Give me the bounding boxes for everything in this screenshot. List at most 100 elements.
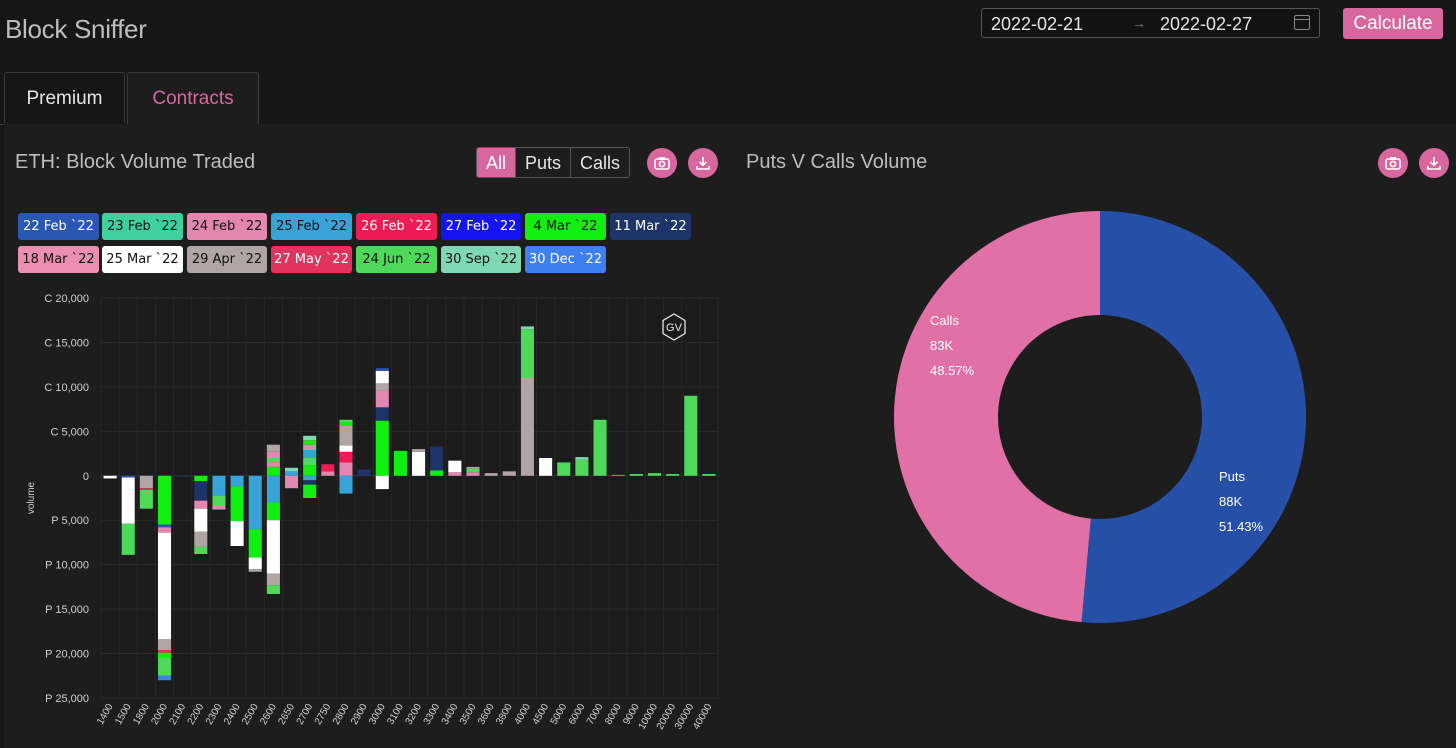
call-bar-segment[interactable] — [412, 451, 426, 476]
call-bar-segment[interactable] — [375, 390, 389, 408]
put-bar-segment[interactable] — [285, 475, 299, 489]
call-bar-segment[interactable] — [466, 472, 480, 476]
donut-slice-puts[interactable] — [1081, 211, 1306, 623]
call-bar-segment[interactable] — [575, 457, 589, 460]
call-bar-segment[interactable] — [266, 451, 280, 458]
legend-item[interactable]: 24 Jun `22 — [356, 246, 437, 273]
call-bar-segment[interactable] — [303, 444, 317, 450]
call-bar-segment[interactable] — [520, 326, 534, 330]
put-bar-segment[interactable] — [194, 475, 208, 482]
date-start-input[interactable]: 2022-02-21 — [991, 14, 1083, 35]
call-bar-segment[interactable] — [375, 407, 389, 421]
call-bar-segment[interactable] — [285, 471, 299, 476]
call-bar-segment[interactable] — [339, 445, 353, 452]
calendar-icon[interactable] — [1294, 15, 1310, 30]
legend-item[interactable]: 27 May `22 — [271, 246, 352, 273]
call-bar-segment[interactable] — [539, 458, 553, 476]
put-bar-segment[interactable] — [157, 675, 172, 681]
put-bar-segment[interactable] — [212, 506, 226, 510]
put-bar-segment[interactable] — [194, 481, 208, 501]
date-end-input[interactable]: 2022-02-27 — [1160, 14, 1252, 35]
legend-item[interactable]: 29 Apr `22 — [187, 246, 267, 273]
call-bar-segment[interactable] — [339, 426, 353, 446]
legend-item[interactable]: 27 Feb `22 — [441, 213, 521, 240]
calculate-button[interactable]: Calculate — [1343, 8, 1443, 39]
call-bar-segment[interactable] — [266, 444, 280, 452]
put-bar-segment[interactable] — [157, 650, 172, 653]
put-bar-segment[interactable] — [375, 475, 389, 490]
legend-item[interactable]: 25 Feb `22 — [271, 213, 352, 240]
call-bar-segment[interactable] — [430, 446, 444, 471]
put-bar-segment[interactable] — [157, 652, 172, 658]
call-bar-segment[interactable] — [647, 473, 662, 476]
legend-item[interactable]: 4 Mar `22 — [525, 213, 606, 240]
put-bar-segment[interactable] — [266, 475, 280, 503]
put-bar-segment[interactable] — [266, 502, 280, 521]
call-bar-segment[interactable] — [520, 329, 534, 378]
call-bar-segment[interactable] — [303, 458, 317, 466]
legend-item[interactable]: 11 Mar `22 — [610, 213, 691, 240]
put-bar-segment[interactable] — [176, 475, 190, 477]
put-bar-segment[interactable] — [212, 475, 226, 496]
put-bar-segment[interactable] — [157, 527, 172, 533]
put-bar-segment[interactable] — [103, 475, 117, 479]
call-bar-segment[interactable] — [484, 473, 498, 476]
put-bar-segment[interactable] — [212, 495, 226, 506]
legend-item[interactable]: 24 Feb `22 — [187, 213, 267, 240]
put-bar-segment[interactable] — [157, 475, 172, 525]
call-bar-segment[interactable] — [412, 449, 426, 452]
put-bar-segment[interactable] — [303, 484, 317, 498]
call-bar-segment[interactable] — [321, 471, 335, 476]
call-bar-segment[interactable] — [375, 370, 389, 384]
put-bar-segment[interactable] — [266, 573, 280, 586]
tab-premium[interactable]: Premium — [4, 72, 125, 123]
put-bar-segment[interactable] — [303, 475, 317, 481]
call-bar-segment[interactable] — [357, 469, 371, 476]
call-bar-segment[interactable] — [339, 462, 353, 476]
call-bar-segment[interactable] — [375, 420, 389, 476]
filter-calls-button[interactable]: Calls — [571, 148, 629, 177]
call-bar-segment[interactable] — [321, 464, 335, 472]
put-bar-segment[interactable] — [157, 658, 172, 676]
call-bar-segment[interactable] — [520, 378, 534, 476]
put-bar-segment[interactable] — [157, 524, 172, 528]
put-bar-segment[interactable] — [266, 585, 280, 594]
put-bar-segment[interactable] — [230, 486, 244, 522]
call-bar-segment[interactable] — [266, 466, 280, 476]
call-bar-segment[interactable] — [684, 395, 698, 476]
call-bar-segment[interactable] — [666, 474, 680, 476]
put-bar-segment[interactable] — [194, 546, 208, 554]
call-bar-segment[interactable] — [448, 472, 462, 476]
call-bar-segment[interactable] — [466, 466, 480, 469]
call-bar-segment[interactable] — [339, 419, 353, 423]
date-range-picker[interactable]: 2022-02-21 → 2022-02-27 — [981, 8, 1320, 38]
put-bar-segment[interactable] — [121, 475, 135, 478]
put-bar-segment[interactable] — [194, 500, 208, 509]
right-download-button[interactable] — [1419, 148, 1449, 178]
call-bar-segment[interactable] — [303, 465, 317, 476]
legend-item[interactable]: 30 Dec `22 — [525, 246, 606, 273]
call-bar-segment[interactable] — [375, 368, 389, 371]
call-bar-segment[interactable] — [448, 460, 462, 473]
call-bar-segment[interactable] — [575, 459, 589, 476]
tab-contracts[interactable]: Contracts — [127, 72, 259, 124]
put-bar-segment[interactable] — [139, 475, 153, 489]
put-bar-segment[interactable] — [339, 475, 353, 494]
put-bar-segment[interactable] — [230, 475, 244, 487]
call-bar-segment[interactable] — [393, 450, 407, 476]
filter-puts-button[interactable]: Puts — [516, 148, 572, 177]
legend-item[interactable]: 26 Feb `22 — [356, 213, 437, 240]
filter-all-button[interactable]: All — [477, 148, 517, 177]
call-bar-segment[interactable] — [611, 474, 625, 476]
legend-item[interactable]: 18 Mar `22 — [18, 246, 99, 273]
call-bar-segment[interactable] — [303, 440, 317, 445]
call-bar-segment[interactable] — [285, 467, 299, 472]
put-bar-segment[interactable] — [248, 529, 262, 558]
legend-item[interactable]: 30 Sep `22 — [441, 246, 521, 273]
put-bar-segment[interactable] — [194, 531, 208, 547]
call-bar-segment[interactable] — [430, 470, 444, 476]
put-bar-segment[interactable] — [266, 520, 280, 574]
left-download-button[interactable] — [688, 148, 718, 178]
legend-item[interactable]: 25 Mar `22 — [102, 246, 183, 273]
put-bar-segment[interactable] — [303, 480, 317, 485]
